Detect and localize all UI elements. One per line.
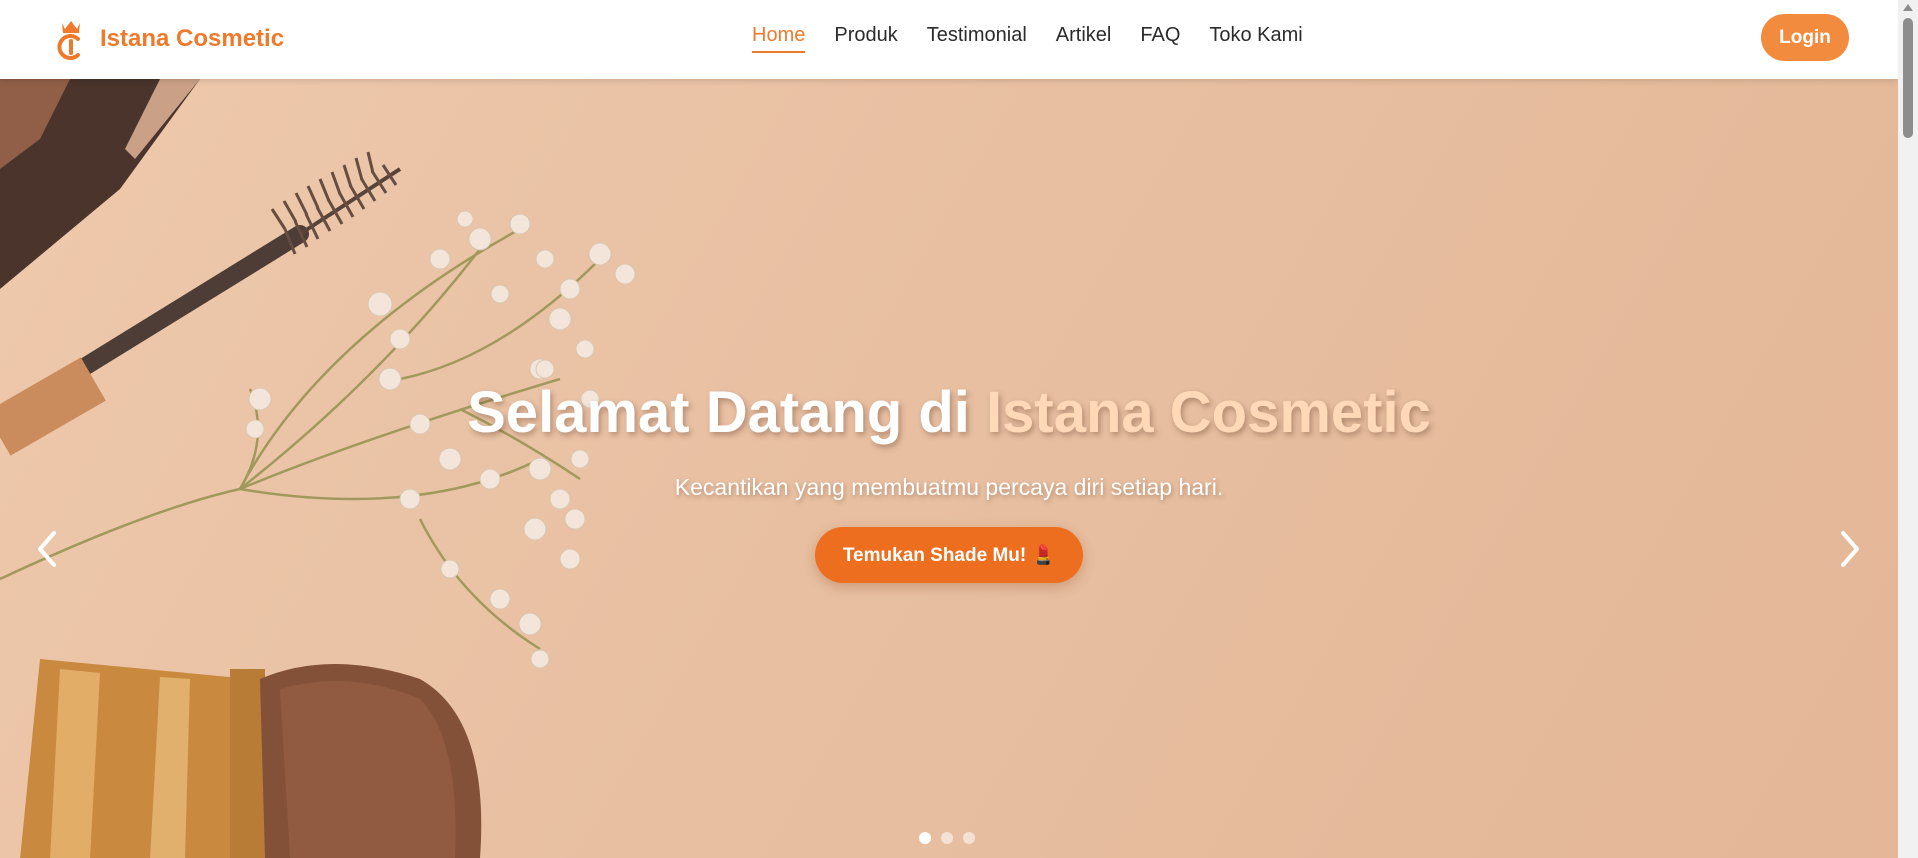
scrollbar-thumb[interactable] [1903, 18, 1913, 138]
carousel-dot-2[interactable] [941, 832, 953, 844]
hero-title-prefix: Selamat Datang di [467, 380, 987, 445]
nav-item-faq[interactable]: FAQ [1140, 24, 1180, 53]
hero-carousel: Selamat Datang di Istana Cosmetic Kecant… [0, 79, 1898, 858]
scroll-up-icon[interactable] [1903, 4, 1913, 11]
nav-item-produk[interactable]: Produk [834, 24, 897, 53]
navbar: Istana Cosmetic Home Produk Testimonial … [0, 0, 1898, 79]
brand-name: Istana Cosmetic [100, 25, 285, 52]
carousel-next-icon[interactable] [1829, 519, 1869, 579]
carousel-dot-1[interactable] [919, 832, 931, 844]
nav-item-home[interactable]: Home [752, 24, 806, 53]
nav-item-artikel[interactable]: Artikel [1056, 24, 1112, 53]
find-shade-button[interactable]: Temukan Shade Mu! 💄 [814, 527, 1084, 583]
carousel-indicators [919, 832, 975, 844]
hero-subtitle: Kecantikan yang membuatmu percaya diri s… [674, 474, 1224, 500]
nav-menu: Home Produk Testimonial Artikel FAQ Toko… [752, 24, 1303, 53]
login-button[interactable]: Login [1761, 14, 1849, 61]
carousel-prev-icon[interactable] [28, 519, 68, 579]
page-scrollbar[interactable] [1898, 0, 1918, 858]
nav-item-toko-kami[interactable]: Toko Kami [1209, 24, 1302, 53]
brand[interactable]: Istana Cosmetic [56, 17, 284, 61]
carousel-dot-3[interactable] [963, 832, 975, 844]
hero-title: Selamat Datang di Istana Cosmetic [0, 379, 1898, 446]
hero-content: Selamat Datang di Istana Cosmetic Kecant… [0, 379, 1898, 583]
nav-item-testimonial[interactable]: Testimonial [927, 24, 1027, 53]
crown-logo-icon [57, 21, 80, 60]
hero-title-accent: Istana Cosmetic [986, 380, 1431, 445]
